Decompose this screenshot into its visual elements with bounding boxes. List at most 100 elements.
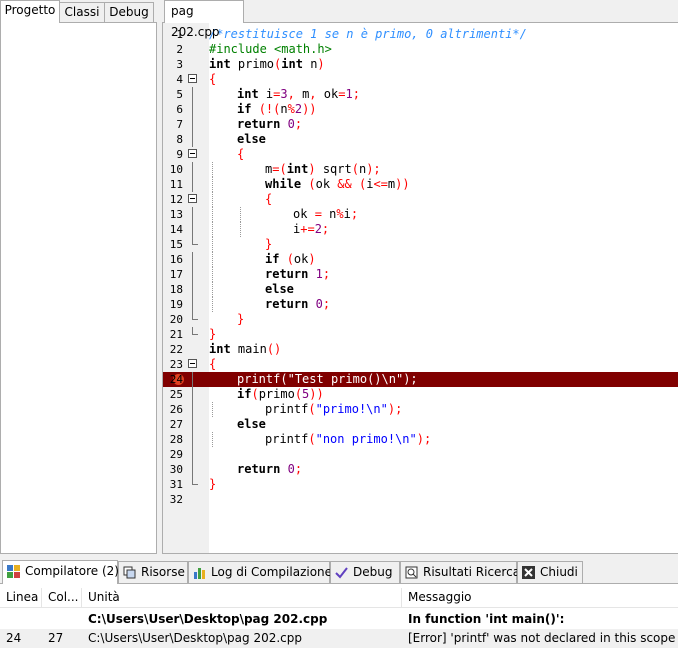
code-line[interactable]: 20} xyxy=(163,312,678,327)
code-token: ) xyxy=(308,252,316,266)
tab-progetto[interactable]: Progetto xyxy=(0,0,60,23)
code-line[interactable]: 11 while (ok && (i<=m)) xyxy=(163,177,678,192)
code-token: printf xyxy=(265,402,309,416)
fold-toggle-icon[interactable] xyxy=(188,359,197,368)
code-line[interactable]: 22 int main() xyxy=(163,342,678,357)
code-line[interactable]: 31} xyxy=(163,477,678,492)
code-text: int i=3, m, ok=1; xyxy=(237,87,360,102)
compiler-messages-table[interactable]: Linea Col... Unità Messaggio C:\Users\Us… xyxy=(0,583,678,654)
line-number: 14 xyxy=(169,223,183,236)
code-line[interactable]: 8 else xyxy=(163,132,678,147)
code-line[interactable]: 21} xyxy=(163,327,678,342)
code-token: int xyxy=(209,57,231,71)
code-token: 0 xyxy=(315,297,323,311)
code-token: ); xyxy=(403,372,418,386)
code-text: int primo(int n) xyxy=(209,57,325,72)
code-line[interactable]: 29 xyxy=(163,447,678,462)
code-line[interactable]: 18 else xyxy=(163,282,678,297)
code-line[interactable]: 2 #include <math.h> xyxy=(163,42,678,57)
code-token: "primo!\n" xyxy=(315,402,388,416)
table-header: Linea Col... Unità Messaggio xyxy=(0,588,678,608)
code-line[interactable]: 6 if (!(n%2)) xyxy=(163,102,678,117)
code-token: 0 xyxy=(287,117,295,131)
code-line[interactable]: 28 printf("non primo!\n"); xyxy=(163,432,678,447)
code-token: ; xyxy=(350,207,359,221)
project-tree[interactable] xyxy=(0,22,157,554)
code-line[interactable]: 16 if (ok) xyxy=(163,252,678,267)
code-text: { xyxy=(209,72,216,87)
line-number: 20 xyxy=(169,313,183,326)
indent-guide xyxy=(212,252,213,267)
code-line[interactable]: 23 { xyxy=(163,357,678,372)
line-number: 18 xyxy=(169,283,183,296)
code-line[interactable]: 12 { xyxy=(163,192,678,207)
code-line-error[interactable]: 24 printf("Test primo()\n"); xyxy=(163,372,678,387)
code-token: ; xyxy=(294,462,303,476)
tab-risultati-ricerca[interactable]: Risultati Ricerca xyxy=(400,561,520,583)
code-text: } xyxy=(265,237,272,252)
code-line[interactable]: 10 m=(int) sqrt(n); xyxy=(163,162,678,177)
code-line[interactable]: 17 return 1; xyxy=(163,267,678,282)
fold-line xyxy=(192,447,193,462)
tab-debug-bottom[interactable]: Debug xyxy=(330,561,400,583)
code-line[interactable]: 5 int i=3, m, ok=1; xyxy=(163,87,678,102)
column-unita[interactable]: Unità xyxy=(82,588,402,607)
code-line[interactable]: 9{ xyxy=(163,147,678,162)
code-line[interactable]: 4{ xyxy=(163,72,678,87)
code-text: } xyxy=(237,312,244,327)
table-row[interactable]: C:\Users\User\Desktop\pag 202.cpp In fun… xyxy=(0,610,678,629)
tab-classi[interactable]: Classi xyxy=(59,2,105,22)
indent-guide xyxy=(212,402,213,417)
code-line[interactable]: 7 return 0; xyxy=(163,117,678,132)
tab-log-compilazione[interactable]: Log di Compilazione xyxy=(188,561,332,583)
code-token: (!( xyxy=(258,102,281,116)
line-number: 13 xyxy=(169,208,183,221)
indent-guide xyxy=(240,207,241,222)
code-line[interactable]: 26 printf("primo!\n"); xyxy=(163,402,678,417)
indent-guide xyxy=(212,432,213,447)
code-line[interactable]: 32 xyxy=(163,492,678,507)
code-line[interactable]: 27 else xyxy=(163,417,678,432)
cell-unita: C:\Users\User\Desktop\pag 202.cpp xyxy=(88,612,328,626)
tab-file-pag-202[interactable]: pag 202.cpp xyxy=(164,0,244,39)
code-token: 1 xyxy=(315,267,323,281)
code-token: if xyxy=(265,252,280,266)
column-messaggio[interactable]: Messaggio xyxy=(402,588,678,607)
code-text: { xyxy=(237,147,244,162)
code-line[interactable]: 1/*restituisce 1 se n è primo, 0 altrime… xyxy=(163,27,678,42)
code-token: n xyxy=(321,207,337,221)
fold-toggle-icon[interactable] xyxy=(188,74,197,83)
line-number: 27 xyxy=(169,418,183,431)
column-linea[interactable]: Linea xyxy=(0,588,42,607)
indent-guide xyxy=(212,177,213,192)
code-token: += xyxy=(300,222,315,236)
fold-toggle-icon[interactable] xyxy=(188,149,197,158)
line-number: 7 xyxy=(176,118,183,131)
code-text: return 1; xyxy=(265,267,330,282)
column-col[interactable]: Col... xyxy=(42,588,82,607)
code-token: return xyxy=(237,117,281,131)
compiler-grid-icon xyxy=(7,565,20,578)
code-text: return 0; xyxy=(237,462,302,477)
table-row[interactable]: 24 27 C:\Users\User\Desktop\pag 202.cpp … xyxy=(0,629,678,648)
code-line[interactable]: 30 return 0; xyxy=(163,462,678,477)
code-line[interactable]: 3 int primo(int n) xyxy=(163,57,678,72)
code-token: "non primo!\n" xyxy=(315,432,417,446)
code-token: ( xyxy=(294,387,303,401)
code-text: else xyxy=(237,417,266,432)
tab-debug-left[interactable]: Debug xyxy=(104,2,154,22)
tab-risorse[interactable]: Risorse xyxy=(118,561,188,583)
line-number: 10 xyxy=(169,163,183,176)
code-token: ; xyxy=(321,222,330,236)
code-line[interactable]: 13 ok = n%i; xyxy=(163,207,678,222)
code-line[interactable]: 25 if(primo(5)) xyxy=(163,387,678,402)
tab-chiudi[interactable]: Chiudi xyxy=(517,561,583,583)
line-number: 5 xyxy=(176,88,183,101)
code-editor[interactable]: 1 /*restituisce 1 se n è primo, 0 altrime… xyxy=(162,22,678,554)
code-line[interactable]: 14 i+=2; xyxy=(163,222,678,237)
code-text: else xyxy=(265,282,294,297)
code-line[interactable]: 15} xyxy=(163,237,678,252)
tab-compilatore[interactable]: Compilatore (2) xyxy=(2,560,119,584)
code-line[interactable]: 19 return 0; xyxy=(163,297,678,312)
fold-toggle-icon[interactable] xyxy=(188,194,197,203)
